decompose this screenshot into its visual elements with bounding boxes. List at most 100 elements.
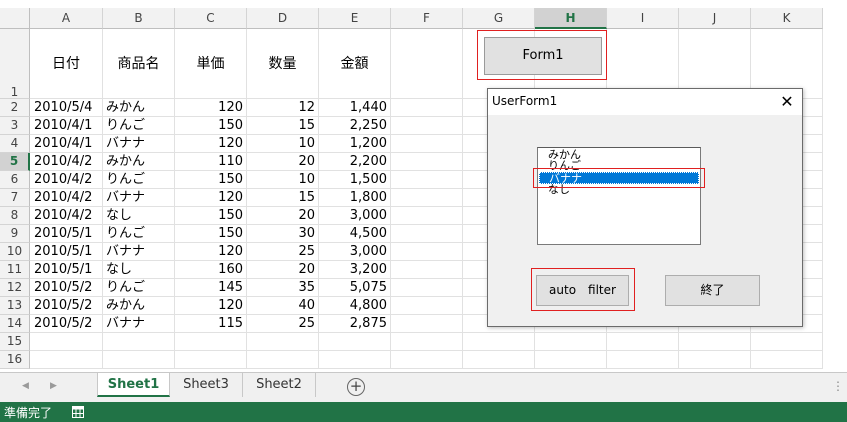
cell[interactable] (391, 135, 463, 153)
row-header[interactable]: 4 (0, 135, 30, 153)
data-cell[interactable]: 150 (175, 225, 247, 243)
row-header[interactable]: 2 (0, 99, 30, 117)
column-header[interactable]: H (535, 8, 607, 29)
data-cell[interactable]: 12 (247, 99, 319, 117)
data-cell[interactable]: 30 (247, 225, 319, 243)
data-cell[interactable]: 1,800 (319, 189, 391, 207)
product-listbox[interactable]: みかん りんご バナナ なし (537, 147, 701, 245)
cell[interactable] (391, 279, 463, 297)
cell[interactable] (463, 333, 535, 351)
row-header[interactable]: 3 (0, 117, 30, 135)
add-sheet-icon[interactable]: + (347, 378, 365, 396)
cell[interactable] (30, 333, 103, 351)
header-cell[interactable]: 数量 (247, 29, 319, 99)
row-header[interactable]: 6 (0, 171, 30, 189)
cell[interactable] (391, 99, 463, 117)
data-cell[interactable]: 3,000 (319, 207, 391, 225)
cell[interactable] (463, 351, 535, 369)
data-cell[interactable]: 150 (175, 207, 247, 225)
cell[interactable] (751, 333, 823, 351)
data-cell[interactable]: 110 (175, 153, 247, 171)
data-cell[interactable]: 25 (247, 315, 319, 333)
dialog-titlebar[interactable]: UserForm1 ✕ (488, 89, 802, 115)
data-cell[interactable]: 2010/4/2 (30, 189, 103, 207)
sheet-tab-sheet2[interactable]: Sheet2 (243, 373, 316, 397)
row-header[interactable]: 9 (0, 225, 30, 243)
data-cell[interactable]: みかん (103, 153, 175, 171)
data-cell[interactable]: 1,500 (319, 171, 391, 189)
data-cell[interactable]: バナナ (103, 315, 175, 333)
data-cell[interactable]: 2010/4/1 (30, 117, 103, 135)
cell[interactable] (391, 261, 463, 279)
data-cell[interactable]: 2,875 (319, 315, 391, 333)
row-header[interactable]: 1 (0, 29, 30, 99)
data-cell[interactable]: 2010/5/1 (30, 261, 103, 279)
data-cell[interactable]: 1,440 (319, 99, 391, 117)
column-header[interactable]: B (103, 8, 175, 29)
data-cell[interactable]: みかん (103, 99, 175, 117)
data-cell[interactable]: 2010/4/2 (30, 207, 103, 225)
more-options-icon[interactable]: ⋮ (832, 379, 844, 393)
row-header[interactable]: 12 (0, 279, 30, 297)
data-cell[interactable]: バナナ (103, 135, 175, 153)
select-all-corner[interactable] (0, 8, 30, 29)
column-header[interactable]: E (319, 8, 391, 29)
data-cell[interactable]: 120 (175, 297, 247, 315)
row-header[interactable]: 5 (0, 153, 30, 171)
data-cell[interactable]: なし (103, 207, 175, 225)
data-cell[interactable]: 1,200 (319, 135, 391, 153)
column-header[interactable]: F (391, 8, 463, 29)
row-header[interactable]: 16 (0, 351, 30, 369)
cell[interactable] (391, 189, 463, 207)
data-cell[interactable]: 145 (175, 279, 247, 297)
cell[interactable] (391, 351, 463, 369)
cell[interactable] (679, 351, 751, 369)
cell[interactable] (175, 333, 247, 351)
data-cell[interactable]: 25 (247, 243, 319, 261)
data-cell[interactable]: 20 (247, 207, 319, 225)
data-cell[interactable]: 160 (175, 261, 247, 279)
data-cell[interactable]: 2010/5/2 (30, 297, 103, 315)
cell[interactable] (30, 351, 103, 369)
cell[interactable] (391, 243, 463, 261)
data-cell[interactable]: 5,075 (319, 279, 391, 297)
cell[interactable] (391, 117, 463, 135)
data-cell[interactable]: 4,500 (319, 225, 391, 243)
data-cell[interactable]: 120 (175, 99, 247, 117)
data-cell[interactable]: 120 (175, 189, 247, 207)
header-cell[interactable]: 商品名 (103, 29, 175, 99)
data-cell[interactable]: 2010/4/2 (30, 171, 103, 189)
cell[interactable] (607, 333, 679, 351)
data-cell[interactable]: 20 (247, 261, 319, 279)
autofilter-button[interactable]: auto filter (536, 275, 629, 306)
data-cell[interactable]: なし (103, 261, 175, 279)
header-cell[interactable]: 日付 (30, 29, 103, 99)
data-cell[interactable]: 150 (175, 117, 247, 135)
cell[interactable] (391, 297, 463, 315)
data-cell[interactable]: 115 (175, 315, 247, 333)
cell[interactable] (535, 333, 607, 351)
macro-record-icon[interactable] (72, 406, 84, 418)
data-cell[interactable]: 3,000 (319, 243, 391, 261)
header-cell[interactable]: 単価 (175, 29, 247, 99)
data-cell[interactable]: りんご (103, 117, 175, 135)
data-cell[interactable]: 15 (247, 117, 319, 135)
data-cell[interactable]: 35 (247, 279, 319, 297)
data-cell[interactable]: 120 (175, 243, 247, 261)
data-cell[interactable]: 2010/5/1 (30, 225, 103, 243)
cell[interactable] (391, 207, 463, 225)
cell[interactable] (319, 351, 391, 369)
data-cell[interactable]: 2,250 (319, 117, 391, 135)
cell[interactable] (247, 333, 319, 351)
cell[interactable] (391, 333, 463, 351)
cell[interactable] (391, 153, 463, 171)
close-icon[interactable]: ✕ (772, 89, 802, 115)
cell[interactable] (751, 351, 823, 369)
column-header[interactable]: G (463, 8, 535, 29)
column-header[interactable]: I (607, 8, 679, 29)
data-cell[interactable]: 10 (247, 135, 319, 153)
next-sheet-icon[interactable]: ▶ (50, 381, 57, 391)
cell[interactable] (247, 351, 319, 369)
cell[interactable] (391, 225, 463, 243)
sheet-tab-sheet1[interactable]: Sheet1 (97, 373, 170, 397)
